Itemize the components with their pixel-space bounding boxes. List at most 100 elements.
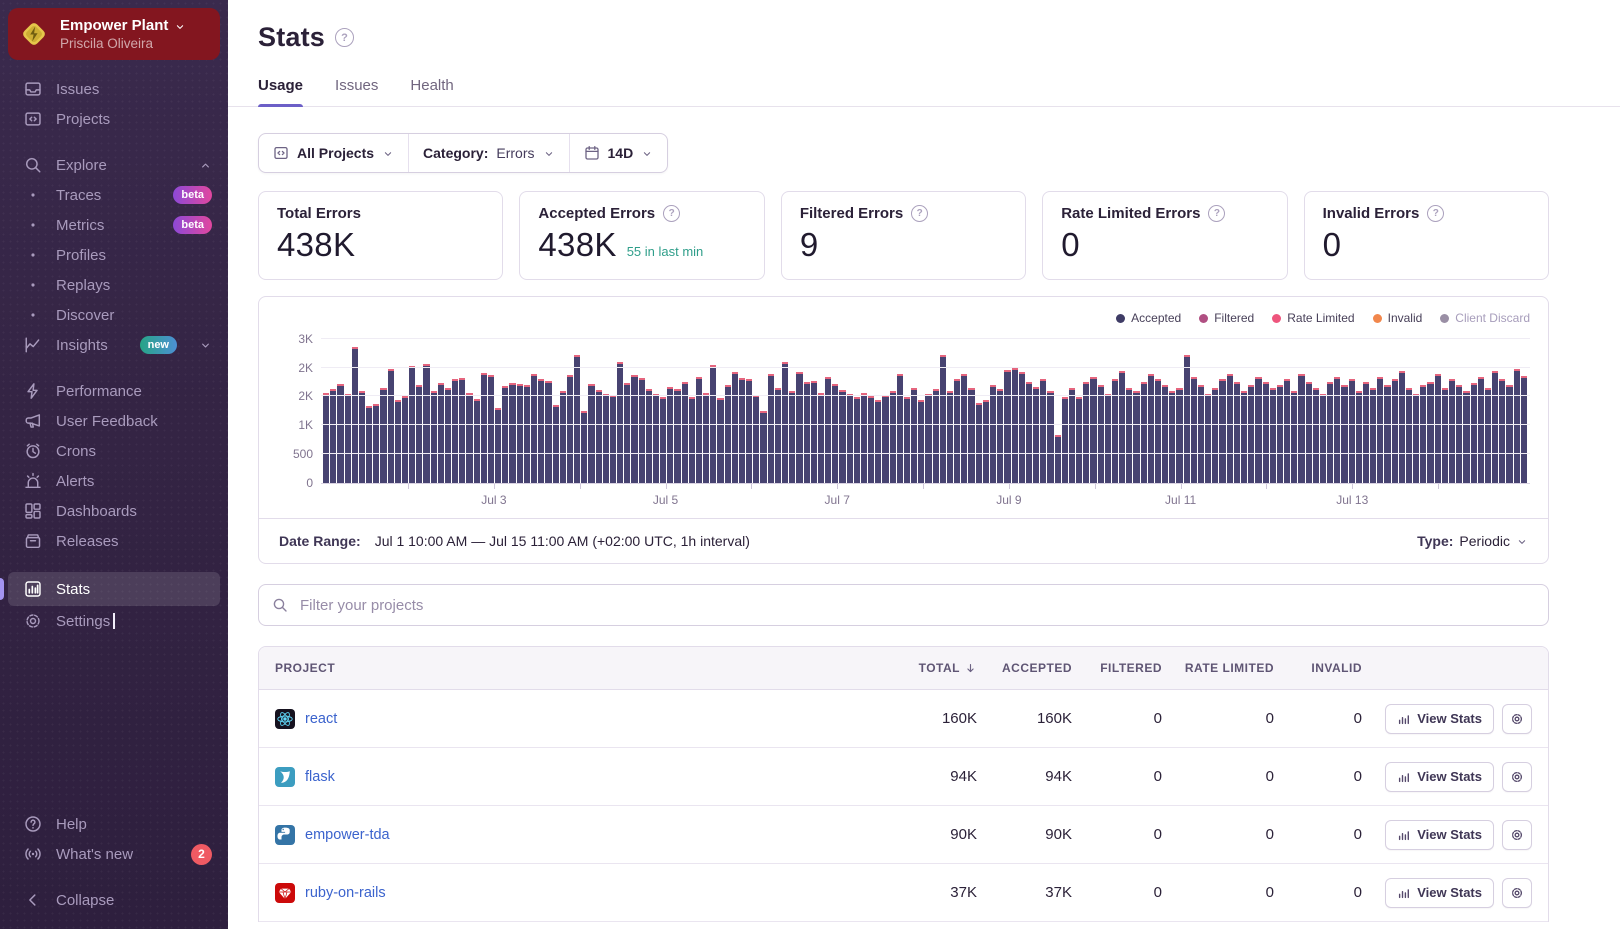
- project-link[interactable]: react: [305, 711, 337, 727]
- python-platform-icon: [275, 825, 295, 845]
- active-item-indicator: [0, 578, 4, 600]
- bullet-dot-icon: [24, 276, 42, 294]
- chevron-down-icon: [382, 147, 394, 159]
- bar: [1133, 391, 1139, 483]
- tab-issues[interactable]: Issues: [335, 77, 378, 106]
- sidebar-item-issues[interactable]: Issues: [8, 74, 220, 104]
- tab-usage[interactable]: Usage: [258, 77, 303, 106]
- bar: [323, 393, 329, 483]
- project-settings-button[interactable]: [1502, 820, 1532, 850]
- cell-accepted: 90K: [977, 826, 1072, 843]
- beta-badge: beta: [173, 216, 212, 234]
- sidebar-item-discover[interactable]: Discover: [8, 300, 220, 330]
- sidebar-item-traces[interactable]: Tracesbeta: [8, 180, 220, 210]
- bar-chart-icon: [1397, 770, 1411, 784]
- type-select[interactable]: Type: Periodic: [1417, 533, 1528, 549]
- view-stats-button[interactable]: View Stats: [1385, 820, 1494, 850]
- project-settings-button[interactable]: [1502, 762, 1532, 792]
- x-axis-tick: [1181, 484, 1182, 489]
- help-icon[interactable]: ?: [1208, 205, 1225, 222]
- bar: [1227, 374, 1233, 483]
- sidebar-item-performance[interactable]: Performance: [8, 376, 220, 406]
- project-settings-button[interactable]: [1502, 878, 1532, 908]
- project-settings-button[interactable]: [1502, 704, 1532, 734]
- view-stats-button[interactable]: View Stats: [1385, 704, 1494, 734]
- org-user: Priscila Oliveira: [60, 36, 186, 51]
- bar: [1090, 377, 1096, 483]
- search-input[interactable]: [298, 596, 1535, 615]
- column-header-rate_limited[interactable]: Rate Limited: [1162, 661, 1274, 675]
- column-header-project[interactable]: Project: [275, 661, 887, 675]
- x-axis-tick: [494, 484, 495, 489]
- sidebar-item-help[interactable]: Help: [8, 809, 220, 839]
- sidebar-item-insights[interactable]: Insightsnew: [8, 330, 220, 360]
- column-label: Accepted: [1002, 661, 1072, 675]
- bar: [897, 374, 903, 483]
- cell-total: 90K: [887, 826, 977, 843]
- project-search: [258, 584, 1549, 626]
- help-icon[interactable]: ?: [663, 205, 680, 222]
- column-header-invalid[interactable]: Invalid: [1274, 661, 1362, 675]
- view-stats-button[interactable]: View Stats: [1385, 762, 1494, 792]
- help-icon[interactable]: ?: [911, 205, 928, 222]
- project-link[interactable]: ruby-on-rails: [305, 885, 386, 901]
- cell-invalid: 0: [1274, 826, 1362, 843]
- legend-label: Client Discard: [1455, 311, 1530, 325]
- help-icon[interactable]: ?: [1427, 205, 1444, 222]
- whats-new-icon: [24, 845, 42, 863]
- cell-filtered: 0: [1072, 826, 1162, 843]
- legend-item-invalid[interactable]: Invalid: [1373, 311, 1423, 325]
- x-axis-tick-label: Jul 7: [825, 493, 850, 507]
- sidebar-item-stats[interactable]: Stats: [8, 572, 220, 606]
- category-filter[interactable]: Category: Errors: [408, 134, 568, 172]
- bar: [1191, 377, 1197, 483]
- column-header-filtered[interactable]: Filtered: [1072, 661, 1162, 675]
- bar-chart-icon: [1397, 886, 1411, 900]
- bar: [825, 377, 831, 483]
- bar: [911, 388, 917, 483]
- bar: [976, 403, 982, 483]
- bar: [696, 377, 702, 483]
- sidebar-item-label: Issues: [56, 81, 99, 98]
- column-header-accepted[interactable]: Accepted: [977, 661, 1072, 675]
- sidebar-item-metrics[interactable]: Metricsbeta: [8, 210, 220, 240]
- legend-dot-icon: [1199, 314, 1208, 323]
- legend-item-rate-limited[interactable]: Rate Limited: [1272, 311, 1354, 325]
- sidebar-item-settings[interactable]: Settings: [8, 606, 220, 636]
- cell-rate-limited: 0: [1162, 710, 1274, 727]
- sidebar-item-what-s-new[interactable]: What's new2: [8, 839, 220, 869]
- project-link[interactable]: empower-tda: [305, 827, 390, 843]
- sidebar-item-user-feedback[interactable]: User Feedback: [8, 406, 220, 436]
- sidebar-item-label: Crons: [56, 443, 96, 460]
- view-stats-button[interactable]: View Stats: [1385, 878, 1494, 908]
- sidebar-item-projects[interactable]: Projects: [8, 104, 220, 134]
- table-body: react160K160K000View Statsflask94K94K000…: [259, 690, 1548, 922]
- bar: [968, 388, 974, 483]
- legend-item-client-discard[interactable]: Client Discard: [1440, 311, 1530, 325]
- gear-icon: [1510, 886, 1524, 900]
- column-label: Invalid: [1311, 661, 1362, 675]
- sidebar-item-profiles[interactable]: Profiles: [8, 240, 220, 270]
- date-period-filter[interactable]: 14D: [569, 134, 668, 172]
- sidebar-item-releases[interactable]: Releases: [8, 526, 220, 556]
- sidebar-item-alerts[interactable]: Alerts: [8, 466, 220, 496]
- sidebar-item-label: Traces: [56, 187, 101, 204]
- tab-health[interactable]: Health: [410, 77, 453, 106]
- bar: [1413, 394, 1419, 483]
- help-icon[interactable]: ?: [335, 28, 354, 47]
- legend-item-filtered[interactable]: Filtered: [1199, 311, 1254, 325]
- column-header-total[interactable]: Total: [887, 661, 977, 675]
- project-link[interactable]: flask: [305, 769, 335, 785]
- project-filter[interactable]: All Projects: [259, 134, 408, 172]
- org-switcher[interactable]: Empower Plant Priscila Oliveira: [8, 8, 220, 60]
- sidebar-item-label: Dashboards: [56, 503, 137, 520]
- bar: [1248, 385, 1254, 483]
- sidebar-item-explore[interactable]: Explore: [8, 150, 220, 180]
- legend-item-accepted[interactable]: Accepted: [1116, 311, 1181, 325]
- sidebar-item-crons[interactable]: Crons: [8, 436, 220, 466]
- sidebar-item-collapse[interactable]: Collapse: [8, 885, 220, 915]
- cell-accepted: 160K: [977, 710, 1072, 727]
- sidebar-item-dashboards[interactable]: Dashboards: [8, 496, 220, 526]
- sidebar-item-replays[interactable]: Replays: [8, 270, 220, 300]
- project-filter-label: All Projects: [297, 145, 374, 161]
